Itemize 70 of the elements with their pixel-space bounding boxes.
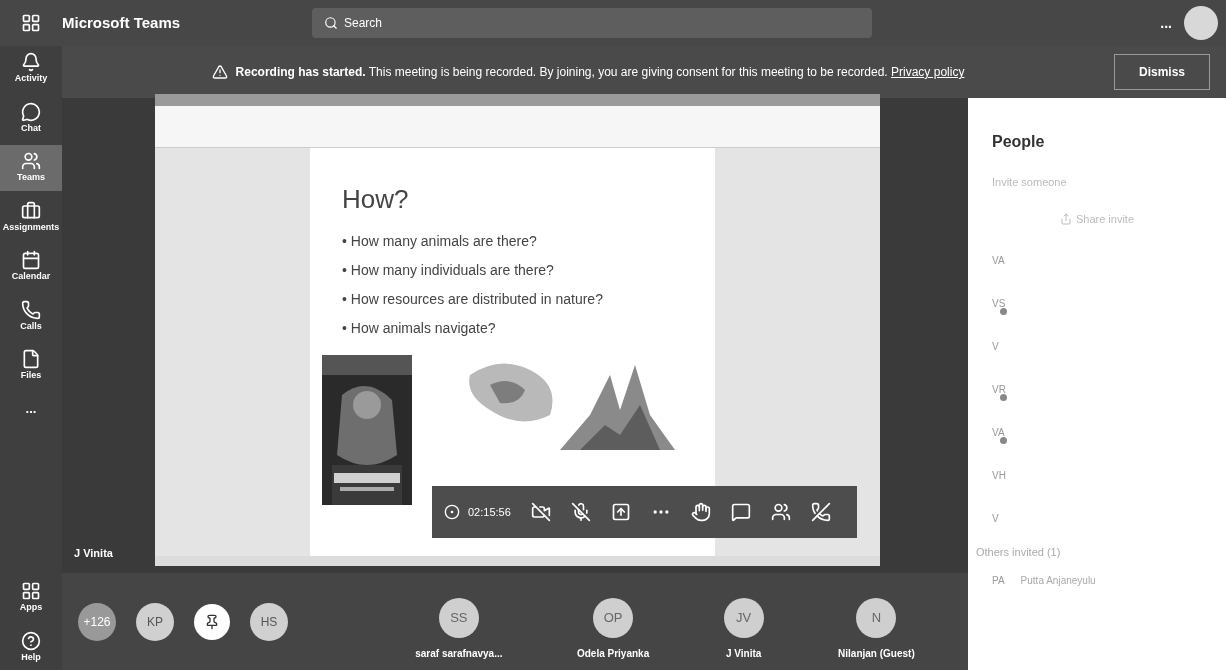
rail-item[interactable]: ... bbox=[0, 392, 62, 424]
member-initials[interactable]: V bbox=[992, 511, 999, 526]
mic-off-icon[interactable] bbox=[570, 502, 591, 522]
share-icon[interactable] bbox=[610, 502, 631, 522]
participant-name: Odela Priyanka bbox=[576, 647, 650, 661]
participant-name: J Vinita bbox=[725, 647, 762, 661]
slide-title: How? bbox=[342, 183, 410, 216]
member-initials[interactable]: VR bbox=[992, 382, 1006, 397]
invite-field[interactable]: Invite someone bbox=[992, 174, 1202, 191]
file-icon bbox=[21, 349, 41, 369]
member-initials[interactable]: VH bbox=[992, 468, 1006, 483]
participant-avatar[interactable]: KP bbox=[136, 602, 174, 641]
participant-avatar[interactable]: N bbox=[856, 598, 897, 638]
share-invite-link[interactable]: Share invite bbox=[1075, 210, 1135, 227]
slide-bullet: • How many animals are there? bbox=[342, 232, 538, 251]
calendar-icon bbox=[21, 250, 41, 270]
help-icon bbox=[21, 630, 41, 651]
rail-item[interactable]: Calendar bbox=[0, 244, 62, 290]
participant-name: saraf sarafnavya... bbox=[415, 647, 503, 661]
dismiss-button[interactable]: Dismiss bbox=[1113, 54, 1210, 90]
slide-bullet: • How many individuals are there? bbox=[342, 261, 555, 280]
avatar[interactable] bbox=[1184, 6, 1218, 40]
member-name[interactable]: Putta Anjaneyulu bbox=[1020, 572, 1096, 588]
phone-icon bbox=[21, 299, 41, 320]
participant-avatar[interactable]: JV bbox=[723, 598, 764, 638]
member-initials[interactable]: PA bbox=[992, 572, 1005, 588]
apps-icon bbox=[21, 581, 41, 601]
search-icon bbox=[324, 16, 338, 30]
teams-icon bbox=[21, 151, 41, 171]
member-initials[interactable]: VA bbox=[992, 253, 1005, 268]
rail-item[interactable]: Calls bbox=[0, 293, 62, 339]
rail-item[interactable]: Assignments bbox=[0, 194, 62, 240]
panel-title: People bbox=[992, 132, 1046, 152]
chat-icon[interactable] bbox=[730, 502, 751, 522]
slide-bullet: • How animals navigate? bbox=[342, 319, 497, 338]
bell-icon bbox=[21, 52, 41, 72]
participant-name: J Vinita bbox=[74, 545, 114, 561]
slide-bullet: • How resources are distributed in nature? bbox=[342, 290, 604, 309]
member-initials[interactable]: VS bbox=[992, 296, 1006, 311]
participant-avatar[interactable]: SS bbox=[438, 598, 479, 638]
rail-item[interactable]: Activity bbox=[0, 46, 62, 92]
member-initials[interactable]: VA bbox=[992, 425, 1005, 440]
pin-avatar[interactable] bbox=[194, 603, 230, 640]
recording-icon bbox=[444, 504, 460, 520]
member-initials[interactable]: V bbox=[992, 339, 999, 354]
participant-avatar[interactable]: HS bbox=[250, 602, 288, 641]
bag-icon bbox=[21, 200, 41, 221]
rail-item[interactable]: Apps bbox=[0, 575, 62, 621]
participant-avatar[interactable]: +126 bbox=[78, 602, 116, 641]
participant-avatar[interactable]: OP bbox=[593, 598, 634, 638]
participant-name: Nilanjan (Guest) bbox=[838, 647, 915, 661]
app-launcher-icon[interactable] bbox=[21, 13, 41, 33]
warning-icon bbox=[211, 64, 228, 80]
search-field[interactable]: Search bbox=[312, 8, 872, 38]
rail-item[interactable]: Teams bbox=[0, 145, 62, 191]
camera-off-icon[interactable] bbox=[530, 502, 551, 522]
section-header: Others invited (1) bbox=[976, 545, 1062, 560]
rail-item[interactable]: Files bbox=[0, 343, 62, 389]
rail-item[interactable]: Help bbox=[0, 624, 62, 670]
share-icon bbox=[1059, 212, 1072, 225]
more-button[interactable]: ... bbox=[1160, 12, 1172, 34]
raise-hand-icon[interactable] bbox=[690, 502, 711, 522]
call-timer: 02:15:56 bbox=[468, 504, 511, 520]
rail-item[interactable]: Chat bbox=[0, 95, 62, 141]
participants-icon[interactable] bbox=[770, 502, 791, 522]
privacy-link[interactable]: Privacy policy bbox=[891, 65, 965, 79]
banner-message: Recording has started. This meeting is being recorded. By joining, you are giving consent for this meeting to be recorded. Privacy policy bbox=[235, 64, 965, 81]
app-title: Microsoft Teams bbox=[62, 12, 182, 33]
chat-icon bbox=[21, 101, 41, 122]
hang-up-icon[interactable] bbox=[810, 502, 831, 522]
